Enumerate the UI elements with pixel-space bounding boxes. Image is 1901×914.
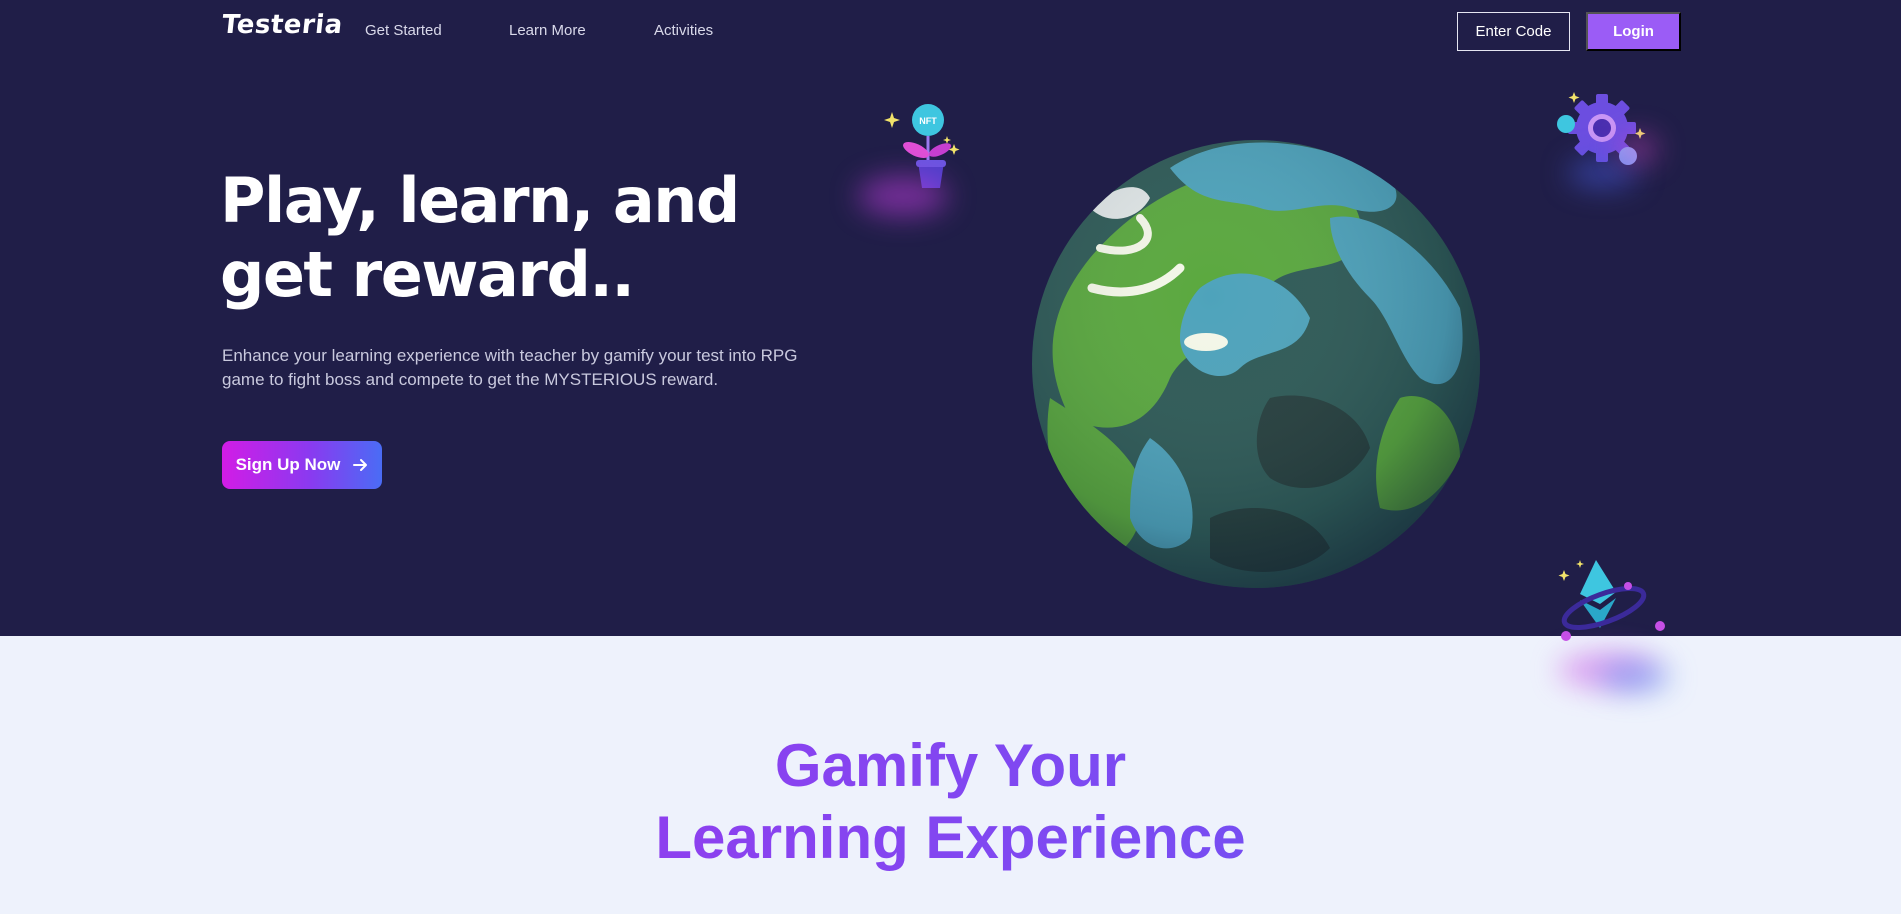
gamify-section-title: Gamify Your Learning Experience: [0, 730, 1901, 874]
nav-link-activities[interactable]: Activities: [654, 22, 713, 39]
sign-up-button[interactable]: Sign Up Now: [222, 441, 382, 489]
nav-link-get-started[interactable]: Get Started: [365, 22, 442, 39]
arrow-right-icon: [353, 459, 368, 471]
gamify-title-line2: Learning Experience: [0, 802, 1901, 874]
nav-link-learn-more[interactable]: Learn More: [509, 22, 586, 39]
nft-badge-text: NFT: [919, 116, 937, 126]
logo[interactable]: Testeria: [220, 10, 344, 40]
plant-icon: NFT: [884, 104, 960, 188]
gear-icon: [1557, 92, 1646, 165]
hero-headline: Play, learn, and get reward..: [220, 164, 740, 311]
gamify-title-line1: Gamify Your: [0, 730, 1901, 802]
login-button[interactable]: Login: [1586, 12, 1681, 51]
sign-up-label: Sign Up Now: [235, 455, 341, 474]
nft-plant-decoration: NFT: [848, 98, 988, 238]
crystal-icon: [1558, 560, 1665, 641]
crystal-orbit-decoration: [1550, 556, 1680, 706]
hero-section: Testeria Get Started Learn More Activiti…: [0, 0, 1901, 692]
enter-code-button[interactable]: Enter Code: [1457, 12, 1570, 51]
gear-decoration: [1548, 84, 1678, 214]
hero-description: Enhance your learning experience with te…: [222, 346, 798, 389]
globe-illustration: [1032, 140, 1480, 588]
